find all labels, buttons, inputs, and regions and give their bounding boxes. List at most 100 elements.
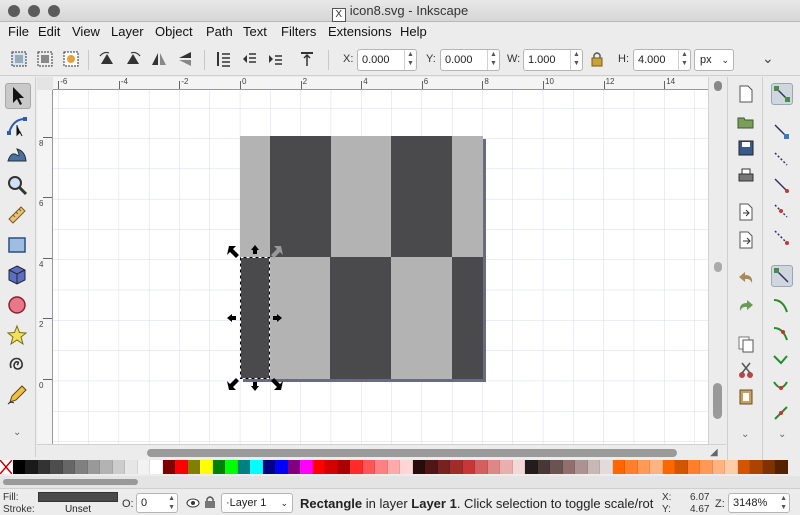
palette-swatch[interactable] bbox=[775, 460, 788, 474]
tweak-tool[interactable] bbox=[5, 143, 31, 169]
palette-swatch[interactable] bbox=[350, 460, 363, 474]
menu-path[interactable]: Path bbox=[206, 24, 233, 39]
palette-swatch[interactable] bbox=[150, 460, 163, 474]
select-all-in-all-layers-icon[interactable] bbox=[36, 50, 54, 68]
palette-swatch[interactable] bbox=[612, 460, 625, 474]
palette-swatch[interactable] bbox=[287, 460, 300, 474]
snap-bbox-midpoints[interactable] bbox=[771, 201, 793, 223]
palette-swatch[interactable] bbox=[712, 460, 725, 474]
cut-icon[interactable] bbox=[737, 361, 755, 379]
open-folder-icon[interactable] bbox=[737, 113, 755, 131]
vertical-scroll-thumb[interactable] bbox=[713, 383, 722, 419]
palette-swatch[interactable] bbox=[262, 460, 275, 474]
palette-swatch[interactable] bbox=[700, 460, 713, 474]
export-icon[interactable] bbox=[737, 231, 755, 249]
print-icon[interactable] bbox=[737, 167, 755, 185]
undo-icon[interactable] bbox=[737, 269, 755, 287]
rotate-ccw-icon[interactable] bbox=[98, 50, 116, 68]
palette-swatch[interactable] bbox=[362, 460, 375, 474]
snap-bbox-edges[interactable] bbox=[771, 149, 793, 171]
palette-swatch[interactable] bbox=[375, 460, 388, 474]
palette-swatch[interactable] bbox=[537, 460, 550, 474]
opacity-input[interactable]: 0 ▲ ▼ bbox=[136, 493, 178, 513]
raise-to-top-icon[interactable] bbox=[214, 50, 232, 68]
menu-text[interactable]: Text bbox=[243, 24, 267, 39]
horizontal-scrollbar[interactable]: ◢ bbox=[37, 444, 726, 460]
vertical-scrollbar[interactable] bbox=[708, 77, 726, 444]
palette-swatch[interactable] bbox=[175, 460, 188, 474]
palette-swatch[interactable] bbox=[200, 460, 213, 474]
raise-icon[interactable] bbox=[240, 50, 258, 68]
horizontal-scroll-thumb[interactable] bbox=[147, 449, 677, 457]
lower-to-bottom-icon[interactable] bbox=[298, 50, 316, 68]
palette-swatch[interactable] bbox=[237, 460, 250, 474]
selector-tool[interactable] bbox=[5, 83, 31, 109]
layer-select[interactable]: ·Layer 1 ⌄ bbox=[221, 493, 293, 513]
node-tool[interactable] bbox=[5, 113, 31, 139]
snap-cusp-nodes[interactable] bbox=[771, 351, 793, 373]
palette-swatch[interactable] bbox=[437, 460, 450, 474]
more-options-chevron-icon[interactable]: ⌄ bbox=[762, 50, 774, 67]
palette-swatch[interactable] bbox=[475, 460, 488, 474]
3d-box-tool[interactable] bbox=[5, 263, 31, 289]
palette-swatch[interactable] bbox=[587, 460, 600, 474]
select-all-icon[interactable] bbox=[10, 50, 28, 68]
ellipse-tool[interactable] bbox=[5, 293, 31, 319]
menu-filters[interactable]: Filters bbox=[281, 24, 316, 39]
palette-swatch[interactable] bbox=[87, 460, 100, 474]
palette-swatch[interactable] bbox=[137, 460, 150, 474]
palette-swatch[interactable] bbox=[550, 460, 563, 474]
save-icon[interactable] bbox=[737, 139, 755, 157]
opacity-stepper-icon[interactable]: ▲ ▼ bbox=[168, 494, 175, 512]
snap-toggle[interactable] bbox=[771, 83, 793, 105]
palette-swatch[interactable] bbox=[762, 460, 775, 474]
zoom-stepper-icon[interactable]: ▲ ▼ bbox=[780, 494, 787, 512]
snap-bbox[interactable] bbox=[771, 121, 793, 143]
palette-swatch[interactable] bbox=[650, 460, 663, 474]
lock-icon[interactable] bbox=[590, 50, 604, 68]
stroke-indicator[interactable]: Unset bbox=[38, 504, 118, 515]
palette-swatch[interactable] bbox=[750, 460, 763, 474]
snap-intersections[interactable] bbox=[771, 323, 793, 345]
snap-smooth-nodes[interactable] bbox=[771, 377, 793, 399]
palette-swatch[interactable] bbox=[675, 460, 688, 474]
palette-swatch[interactable] bbox=[100, 460, 113, 474]
unit-select[interactable]: px ⌄ bbox=[694, 49, 734, 71]
palette-swatch[interactable] bbox=[500, 460, 513, 474]
pencil-tool[interactable] bbox=[5, 383, 31, 409]
new-document-icon[interactable] bbox=[737, 85, 755, 103]
palette-swatch[interactable] bbox=[112, 460, 125, 474]
palette-swatch[interactable] bbox=[12, 460, 25, 474]
palette-swatch[interactable] bbox=[562, 460, 575, 474]
more-tools-chevron-icon[interactable]: ⌄ bbox=[13, 427, 21, 438]
h-stepper-icon[interactable]: ▲ ▼ bbox=[678, 50, 690, 70]
palette-swatch[interactable] bbox=[575, 460, 588, 474]
palette-swatch[interactable] bbox=[75, 460, 88, 474]
palette-swatch[interactable] bbox=[737, 460, 750, 474]
more-snap-chevron-icon[interactable]: ⌄ bbox=[778, 429, 786, 440]
snap-bbox-centers[interactable] bbox=[771, 227, 793, 249]
palette-swatch[interactable] bbox=[312, 460, 325, 474]
visibility-eye-icon[interactable] bbox=[186, 496, 200, 510]
palette-swatch[interactable] bbox=[400, 460, 413, 474]
import-icon[interactable] bbox=[737, 203, 755, 221]
palette-swatch[interactable] bbox=[275, 460, 288, 474]
snap-nodes[interactable] bbox=[771, 265, 793, 287]
palette-swatch[interactable] bbox=[725, 460, 738, 474]
palette-swatch[interactable] bbox=[125, 460, 138, 474]
menu-edit[interactable]: Edit bbox=[38, 24, 60, 39]
palette-swatch[interactable] bbox=[225, 460, 238, 474]
lower-icon[interactable] bbox=[266, 50, 284, 68]
palette-swatch[interactable] bbox=[62, 460, 75, 474]
palette-swatch[interactable] bbox=[337, 460, 350, 474]
paste-icon[interactable] bbox=[737, 387, 755, 405]
palette-swatch[interactable] bbox=[512, 460, 525, 474]
layer-lock-icon[interactable] bbox=[204, 495, 216, 509]
palette-swatch[interactable] bbox=[25, 460, 38, 474]
palette-swatch[interactable] bbox=[325, 460, 338, 474]
palette-swatch[interactable] bbox=[487, 460, 500, 474]
palette-swatch[interactable] bbox=[300, 460, 313, 474]
copy-icon[interactable] bbox=[737, 335, 755, 353]
more-commands-chevron-icon[interactable]: ⌄ bbox=[741, 429, 749, 440]
snap-paths[interactable] bbox=[771, 295, 793, 317]
